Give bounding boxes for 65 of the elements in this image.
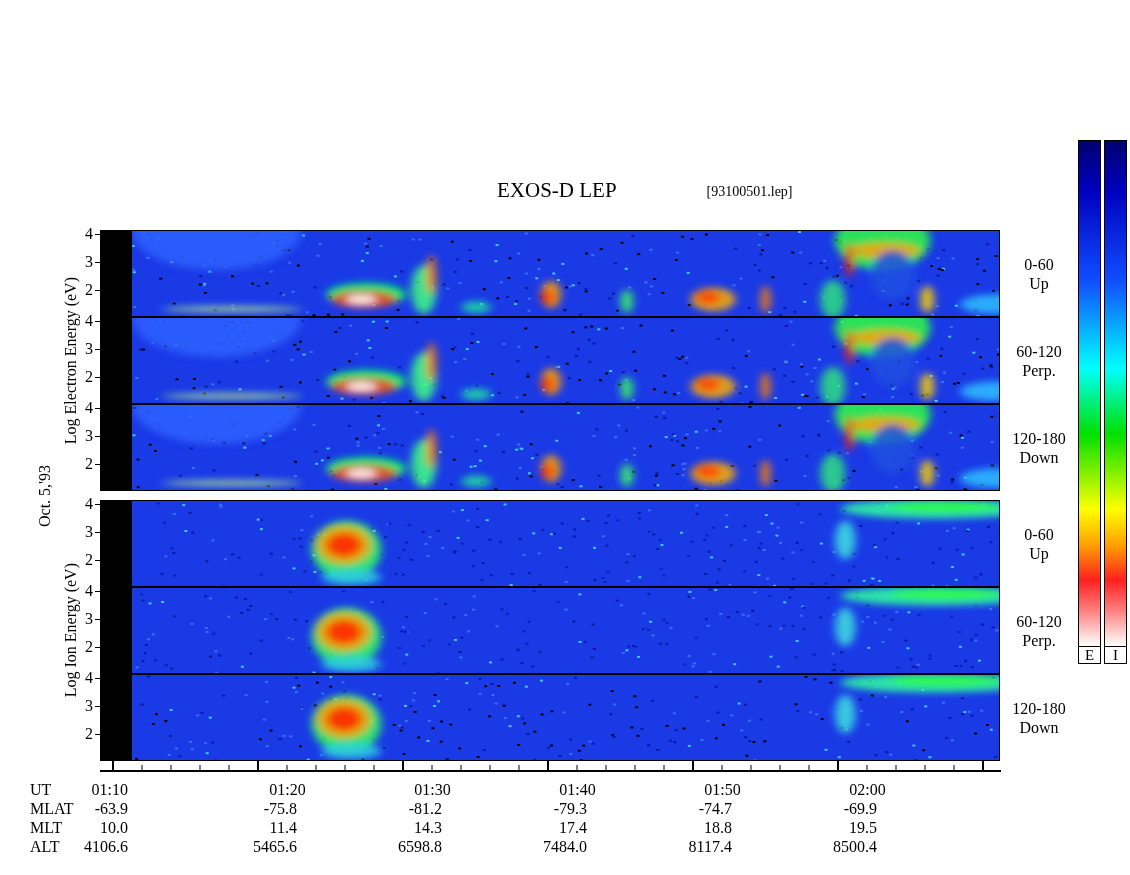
value-label: 11.4: [269, 818, 297, 837]
tick-label: 3: [85, 611, 93, 627]
tick-label: 4: [85, 400, 93, 416]
tick-label: 3: [85, 698, 93, 714]
time-label: 01:30: [414, 780, 451, 799]
direction-label: Up: [1029, 273, 1049, 293]
value-label: -74.7: [698, 799, 732, 818]
time-label: 01:10: [91, 780, 128, 799]
pitch-angle-label: 0-60: [1024, 254, 1054, 274]
tick-label: 4: [85, 670, 93, 686]
color-scale-label: I: [1104, 647, 1127, 664]
date-label: Oct. 5,'93: [36, 464, 54, 527]
pitch-angle-label: 120-180: [1012, 698, 1066, 718]
value-label: 6598.8: [398, 837, 442, 856]
tick-label: 2: [85, 639, 93, 655]
tick-label: 2: [85, 282, 93, 298]
axis-title: Log Ion Energy (eV): [62, 563, 80, 698]
row-label: UT: [30, 780, 52, 799]
tick-label: 2: [85, 369, 93, 385]
direction-label: Perp.: [1022, 630, 1056, 650]
direction-label: Perp.: [1022, 360, 1056, 380]
tick-label: 3: [85, 428, 93, 444]
time-label: 01:50: [704, 780, 741, 799]
tick-label: 4: [85, 226, 93, 242]
pitch-angle-label: 60-120: [1016, 341, 1062, 361]
value-label: 8117.4: [688, 837, 732, 856]
value-label: 10.0: [100, 818, 128, 837]
value-label: -69.9: [843, 799, 877, 818]
direction-label: Down: [1019, 717, 1059, 737]
tick-label: 4: [85, 496, 93, 512]
tick-label: 3: [85, 341, 93, 357]
tick-label: 3: [85, 254, 93, 270]
time-label: 02:00: [849, 780, 886, 799]
direction-label: Down: [1019, 447, 1059, 467]
time-label: 01:20: [269, 780, 306, 799]
tick-label: 2: [85, 552, 93, 568]
value-label: 7484.0: [543, 837, 587, 856]
value-label: -75.8: [263, 799, 297, 818]
value-label: 5465.6: [253, 837, 297, 856]
tick-label: 4: [85, 313, 93, 329]
pitch-angle-label: 120-180: [1012, 428, 1066, 448]
value-label: 19.5: [849, 818, 877, 837]
value-label: 18.8: [704, 818, 732, 837]
tick-label: 2: [85, 456, 93, 472]
pitch-angle-label: 60-120: [1016, 611, 1062, 631]
value-label: 14.3: [414, 818, 442, 837]
value-label: -81.2: [408, 799, 442, 818]
tick-label: 3: [85, 524, 93, 540]
chart-title: EXOS-D LEP: [497, 178, 617, 202]
row-label: ALT: [30, 837, 60, 856]
pitch-angle-label: 0-60: [1024, 524, 1054, 544]
time-label: 01:40: [559, 780, 596, 799]
tick-label: 4: [85, 583, 93, 599]
value-label: 8500.4: [833, 837, 877, 856]
value-label: 17.4: [559, 818, 587, 837]
tick-label: 2: [85, 726, 93, 742]
row-label: MLT: [30, 818, 63, 837]
value-label: -63.9: [94, 799, 128, 818]
row-label: MLAT: [30, 799, 74, 818]
value-label: 4106.6: [84, 837, 128, 856]
color-scale-label: E: [1078, 647, 1101, 664]
value-label: -79.3: [553, 799, 587, 818]
file-name: [93100501.lep]: [706, 184, 793, 200]
axis-title: Log Electron Energy (eV): [62, 276, 80, 445]
direction-label: Up: [1029, 543, 1049, 563]
